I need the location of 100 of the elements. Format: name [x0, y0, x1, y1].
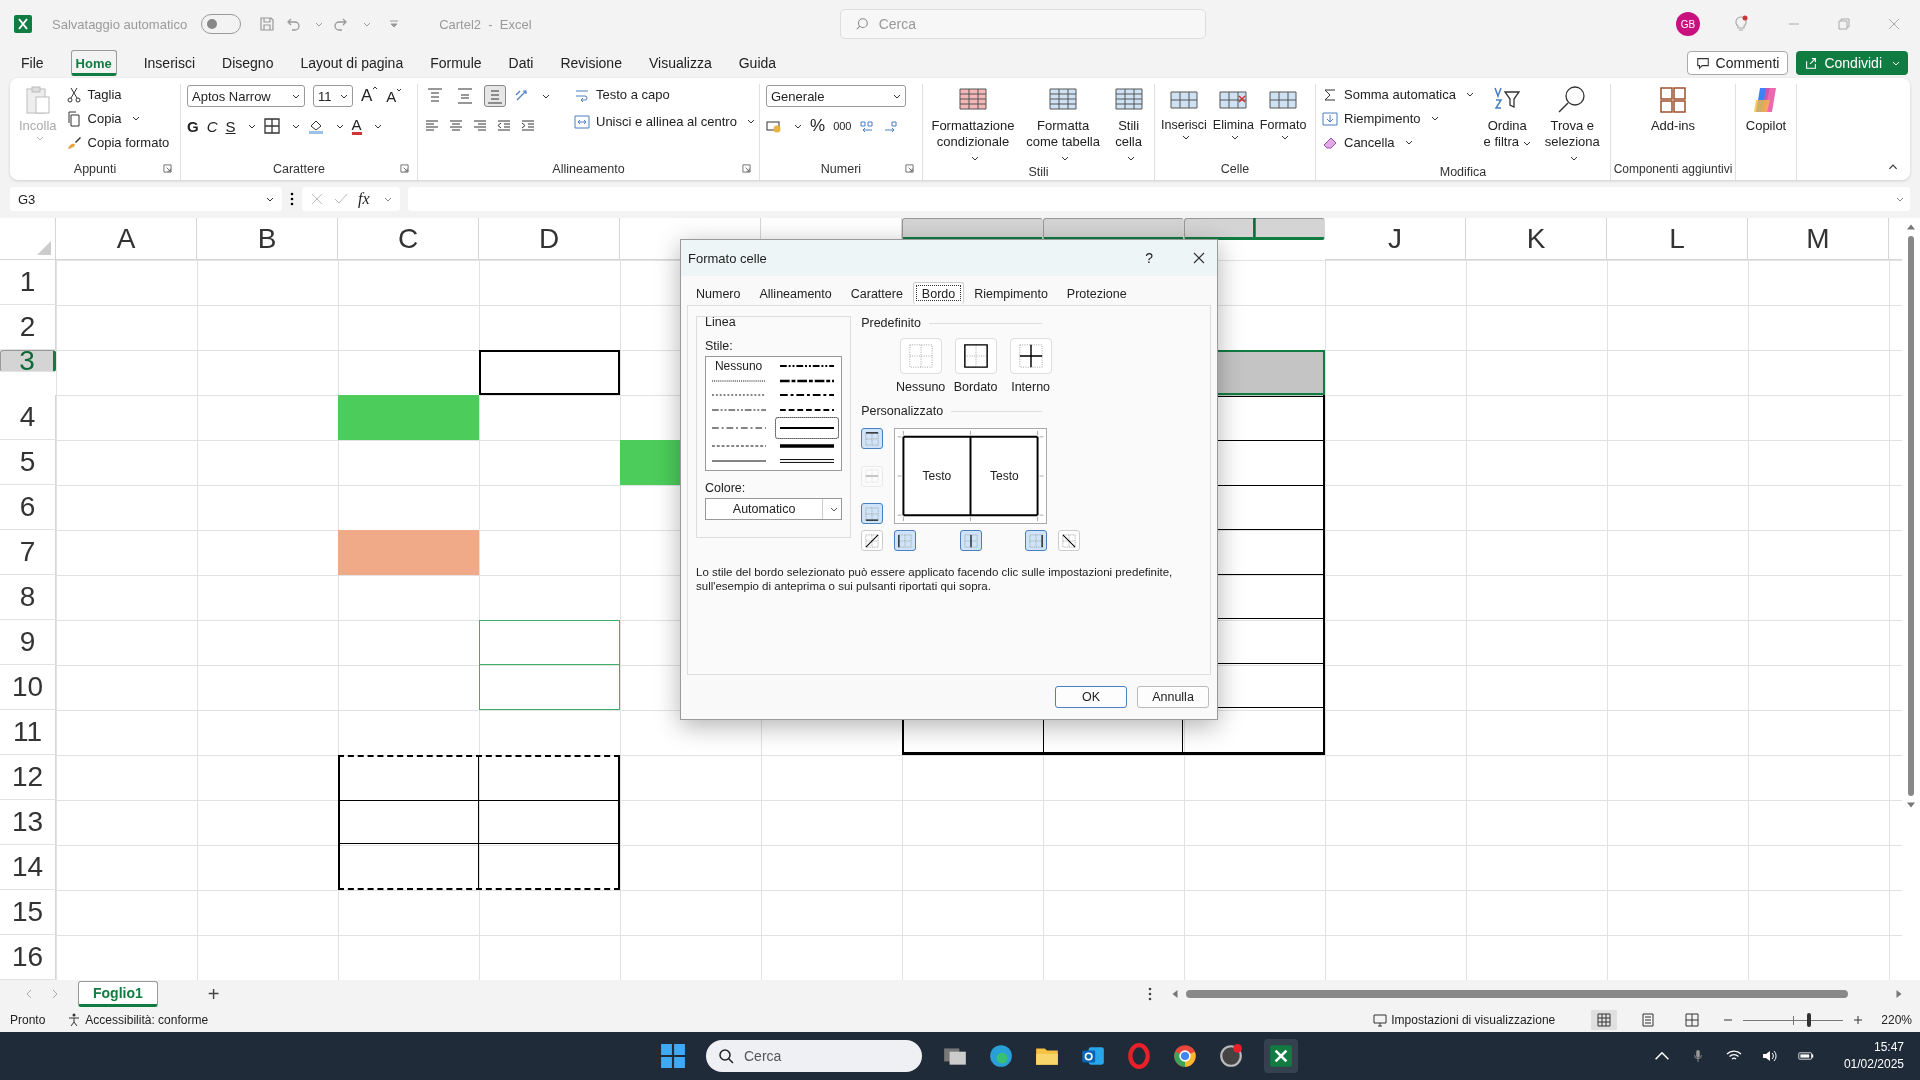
- dialog-tab[interactable]: Protezione: [1057, 282, 1136, 305]
- copy-button[interactable]: Copia: [65, 108, 170, 129]
- scrollbar-thumb[interactable]: [1186, 990, 1848, 998]
- format-painter-button[interactable]: Copia formato: [65, 132, 170, 153]
- customize-icon[interactable]: [389, 19, 400, 29]
- fill-button[interactable]: Riempimento: [1322, 108, 1474, 129]
- add-sheet-button[interactable]: +: [207, 982, 220, 1006]
- undo-icon[interactable]: [285, 16, 302, 32]
- shrink-font-button[interactable]: A: [386, 87, 403, 105]
- row-header[interactable]: 7: [0, 530, 56, 575]
- row-header[interactable]: 9: [0, 620, 56, 665]
- decrease-indent-icon[interactable]: [496, 118, 512, 134]
- border-button[interactable]: [861, 530, 884, 551]
- more-icon[interactable]: [290, 192, 294, 206]
- fill-bucket-icon[interactable]: [307, 118, 324, 134]
- menu-tab[interactable]: Guida: [738, 50, 777, 76]
- bold-button[interactable]: G: [187, 117, 199, 135]
- style-button[interactable]: Formatta come tabella: [1023, 84, 1104, 165]
- column-header[interactable]: D: [479, 218, 620, 260]
- menu-tab[interactable]: File: [21, 50, 44, 76]
- align-center-icon[interactable]: [448, 118, 464, 134]
- dialog-tab[interactable]: Bordo: [912, 282, 965, 304]
- close-icon[interactable]: [1193, 252, 1205, 264]
- column-header[interactable]: [1043, 218, 1184, 240]
- row-header[interactable]: 11: [0, 710, 56, 755]
- preset-button[interactable]: [1009, 338, 1052, 374]
- row-header[interactable]: 15: [0, 890, 56, 935]
- row-header[interactable]: 6: [0, 485, 56, 530]
- clock-date[interactable]: 01/02/2025: [1843, 1056, 1904, 1073]
- line-style-option[interactable]: Nessuno: [708, 359, 770, 374]
- name-box[interactable]: G3: [10, 187, 282, 211]
- app-icon[interactable]: [1218, 1043, 1244, 1069]
- dialog-launcher-icon[interactable]: [742, 164, 751, 173]
- increase-indent-icon[interactable]: [520, 118, 536, 134]
- align-right-icon[interactable]: [472, 118, 488, 134]
- border-button[interactable]: [1058, 530, 1081, 551]
- accessibility-icon[interactable]: [67, 1013, 82, 1027]
- border-preview[interactable]: Testo Testo: [894, 428, 1048, 524]
- excel-app-icon[interactable]: [1264, 1039, 1298, 1073]
- comments-button[interactable]: Commenti: [1686, 51, 1789, 75]
- view-button[interactable]: [1591, 1010, 1618, 1030]
- dialog-launcher-icon[interactable]: [400, 164, 409, 173]
- windows-start-icon[interactable]: [660, 1043, 686, 1069]
- scrollbar-thumb[interactable]: [1908, 236, 1914, 796]
- copilot-button[interactable]: Copilot: [1742, 84, 1790, 180]
- underline-button[interactable]: S: [225, 117, 236, 135]
- style-button[interactable]: Formattazione condizionale: [929, 84, 1017, 165]
- dialog-launcher-icon[interactable]: [163, 164, 172, 173]
- chevron-icon[interactable]: [315, 21, 324, 27]
- formula-input[interactable]: [407, 187, 1910, 211]
- menu-tab[interactable]: Formule: [430, 50, 482, 76]
- dialog-tab[interactable]: Numero: [687, 282, 750, 305]
- share-button[interactable]: Condividi: [1796, 51, 1908, 75]
- increase-decimal-icon[interactable]: [859, 118, 876, 134]
- grow-font-button[interactable]: A: [361, 86, 379, 106]
- row-header[interactable]: 12: [0, 755, 56, 800]
- border-button[interactable]: [1025, 530, 1048, 551]
- cut-button[interactable]: Taglia: [65, 84, 170, 105]
- row-header[interactable]: 3: [0, 350, 56, 372]
- font-color-button[interactable]: A: [351, 117, 362, 135]
- column-header[interactable]: [902, 218, 1043, 240]
- merge-center-button[interactable]: Unisci e allinea al centro: [574, 111, 755, 132]
- vertical-align-button[interactable]: [484, 85, 506, 107]
- ok-button[interactable]: OK: [1055, 686, 1127, 708]
- lightbulb-icon[interactable]: [1732, 15, 1750, 33]
- menu-tab[interactable]: Visualizza: [648, 50, 712, 76]
- sheet-tab[interactable]: Foglio1: [78, 981, 158, 1007]
- currency-icon[interactable]: [766, 118, 782, 134]
- percent-button[interactable]: %: [810, 116, 826, 136]
- column-header[interactable]: L: [1607, 218, 1748, 260]
- align-left-icon[interactable]: [424, 118, 440, 134]
- caret-icon[interactable]: [373, 123, 382, 129]
- menu-tab[interactable]: Inserisci: [143, 50, 196, 76]
- collapse-ribbon-icon[interactable]: [1888, 164, 1898, 170]
- cells-button[interactable]: Inserisci: [1161, 84, 1207, 158]
- browser-icon[interactable]: [988, 1043, 1014, 1069]
- speaker-icon[interactable]: [1761, 1049, 1778, 1063]
- dialog-tab[interactable]: Riempimento: [965, 282, 1057, 305]
- help-button[interactable]: ?: [1145, 250, 1153, 266]
- borders-icon[interactable]: [263, 118, 280, 134]
- taskbar-search-field[interactable]: Cerca: [706, 1040, 922, 1072]
- checkmark-icon[interactable]: [334, 192, 348, 206]
- dialog-tab[interactable]: Carattere: [841, 282, 912, 305]
- clock-time[interactable]: 15:47: [1873, 1039, 1904, 1056]
- border-button[interactable]: [861, 503, 884, 524]
- caret-icon[interactable]: [794, 123, 802, 129]
- line-style-list[interactable]: Nessuno: [705, 356, 843, 471]
- caret-icon[interactable]: [542, 93, 550, 99]
- dialog-launcher-icon[interactable]: [905, 164, 914, 173]
- row-header[interactable]: 8: [0, 575, 56, 620]
- caret-icon[interactable]: [335, 123, 344, 129]
- zoom-in-icon[interactable]: [1853, 1015, 1864, 1025]
- sort-filter-button[interactable]: Ordina e filtra: [1480, 84, 1535, 165]
- caret-icon[interactable]: [247, 123, 256, 129]
- column-header[interactable]: J: [1325, 218, 1466, 260]
- border-button[interactable]: [861, 428, 884, 449]
- cancel-button[interactable]: Annulla: [1137, 686, 1209, 708]
- thousands-button[interactable]: 000: [833, 120, 852, 132]
- menu-tab[interactable]: Layout di pagina: [300, 50, 404, 76]
- zoom-level[interactable]: 220%: [1881, 1013, 1912, 1027]
